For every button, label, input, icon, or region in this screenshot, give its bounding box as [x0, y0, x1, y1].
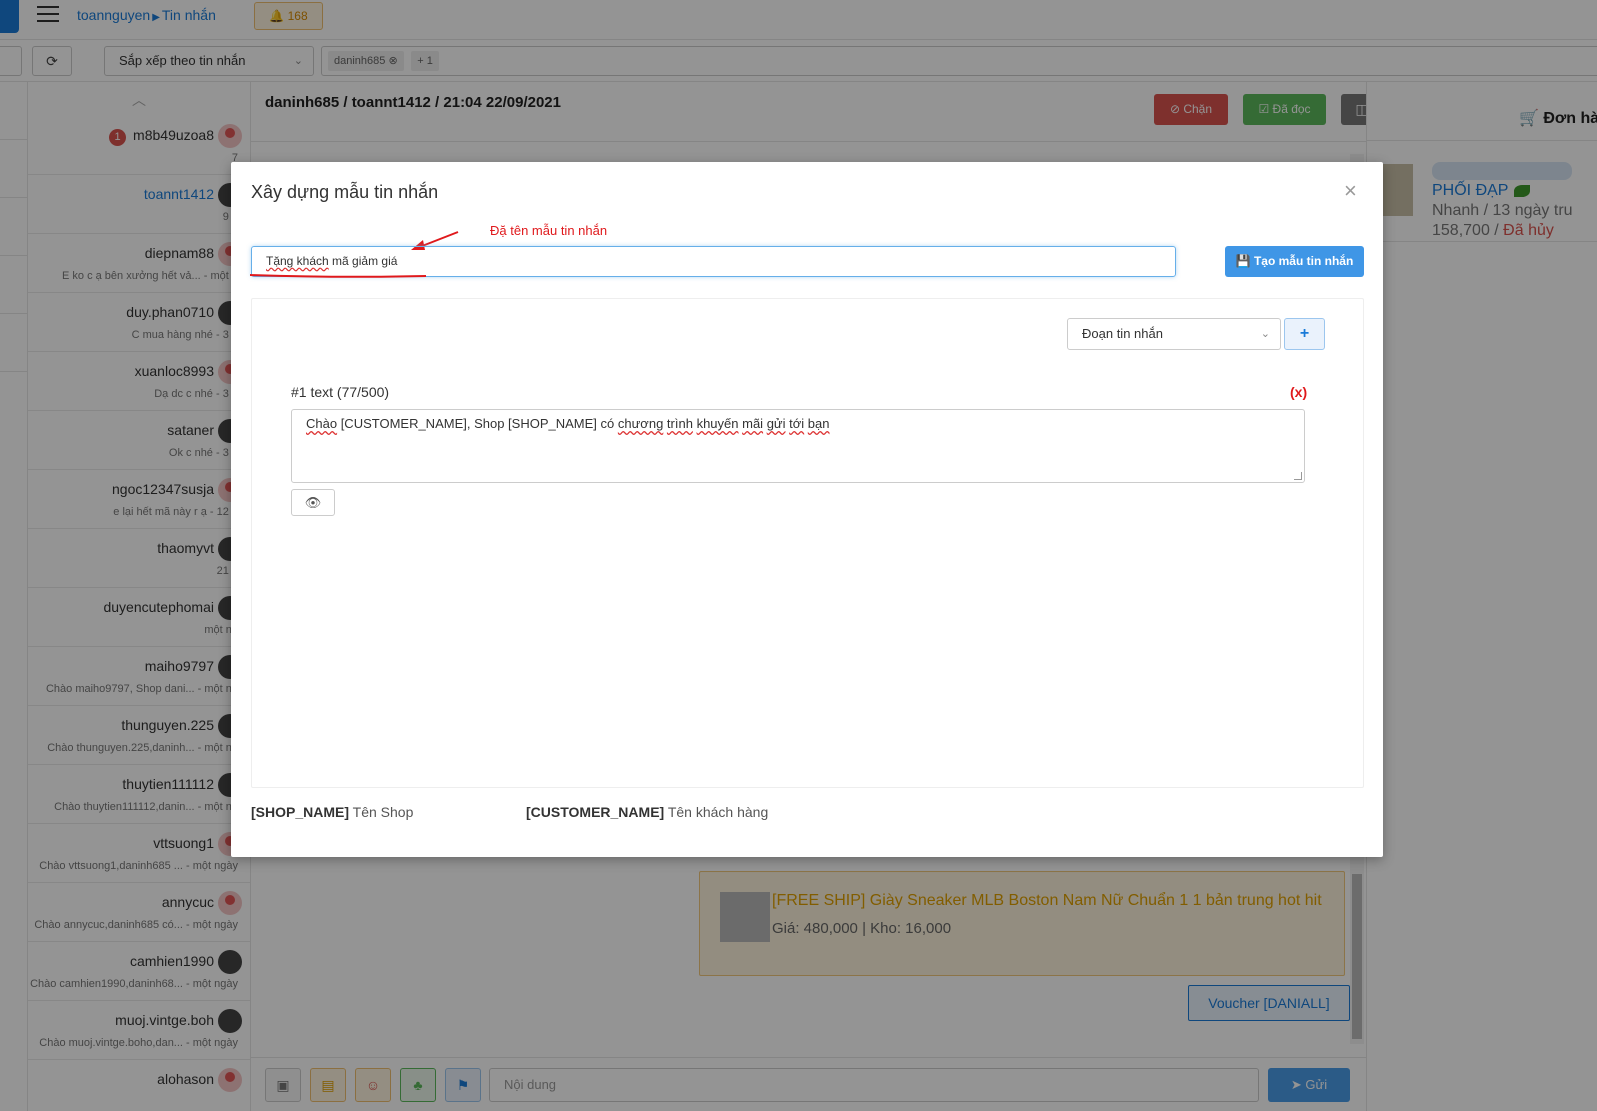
- preview-button[interactable]: 👁: [291, 489, 335, 516]
- add-segment-button[interactable]: +: [1284, 318, 1325, 350]
- segments-panel: Đoạn tin nhắn ⌄ + #1 text (77/500) (x) C…: [251, 298, 1364, 788]
- create-template-button[interactable]: 💾 Tạo mẫu tin nhắn: [1225, 246, 1364, 277]
- template-name-input[interactable]: Tặng khách mã giảm giá: [251, 246, 1176, 277]
- annotation-underline: [250, 274, 426, 278]
- resize-handle-icon[interactable]: [1294, 472, 1302, 480]
- remove-segment-button[interactable]: (x): [1290, 384, 1307, 400]
- annotation-label: Đặ tên mẫu tin nhắn: [490, 223, 608, 238]
- segment-type-select[interactable]: Đoạn tin nhắn ⌄: [1067, 318, 1281, 350]
- close-icon[interactable]: ×: [1344, 178, 1357, 204]
- placeholder-legend-shop: [SHOP_NAME] Tên Shop: [251, 804, 414, 820]
- modal-title: Xây dựng mẫu tin nhắn: [251, 182, 439, 202]
- segment-title: #1 text (77/500): [291, 384, 390, 400]
- eye-icon: 👁: [304, 495, 322, 510]
- placeholder-legend-customer: [CUSTOMER_NAME] Tên khách hàng: [526, 804, 769, 820]
- segment-type-value: Đoạn tin nhắn: [1082, 326, 1163, 341]
- template-builder-modal: Xây dựng mẫu tin nhắn × Đặ tên mẫu tin n…: [231, 162, 1383, 857]
- save-icon: 💾: [1235, 254, 1254, 268]
- chevron-down-icon: ⌄: [1260, 328, 1270, 340]
- segment-text-area[interactable]: Chào [CUSTOMER_NAME], Shop [SHOP_NAME] c…: [291, 409, 1305, 483]
